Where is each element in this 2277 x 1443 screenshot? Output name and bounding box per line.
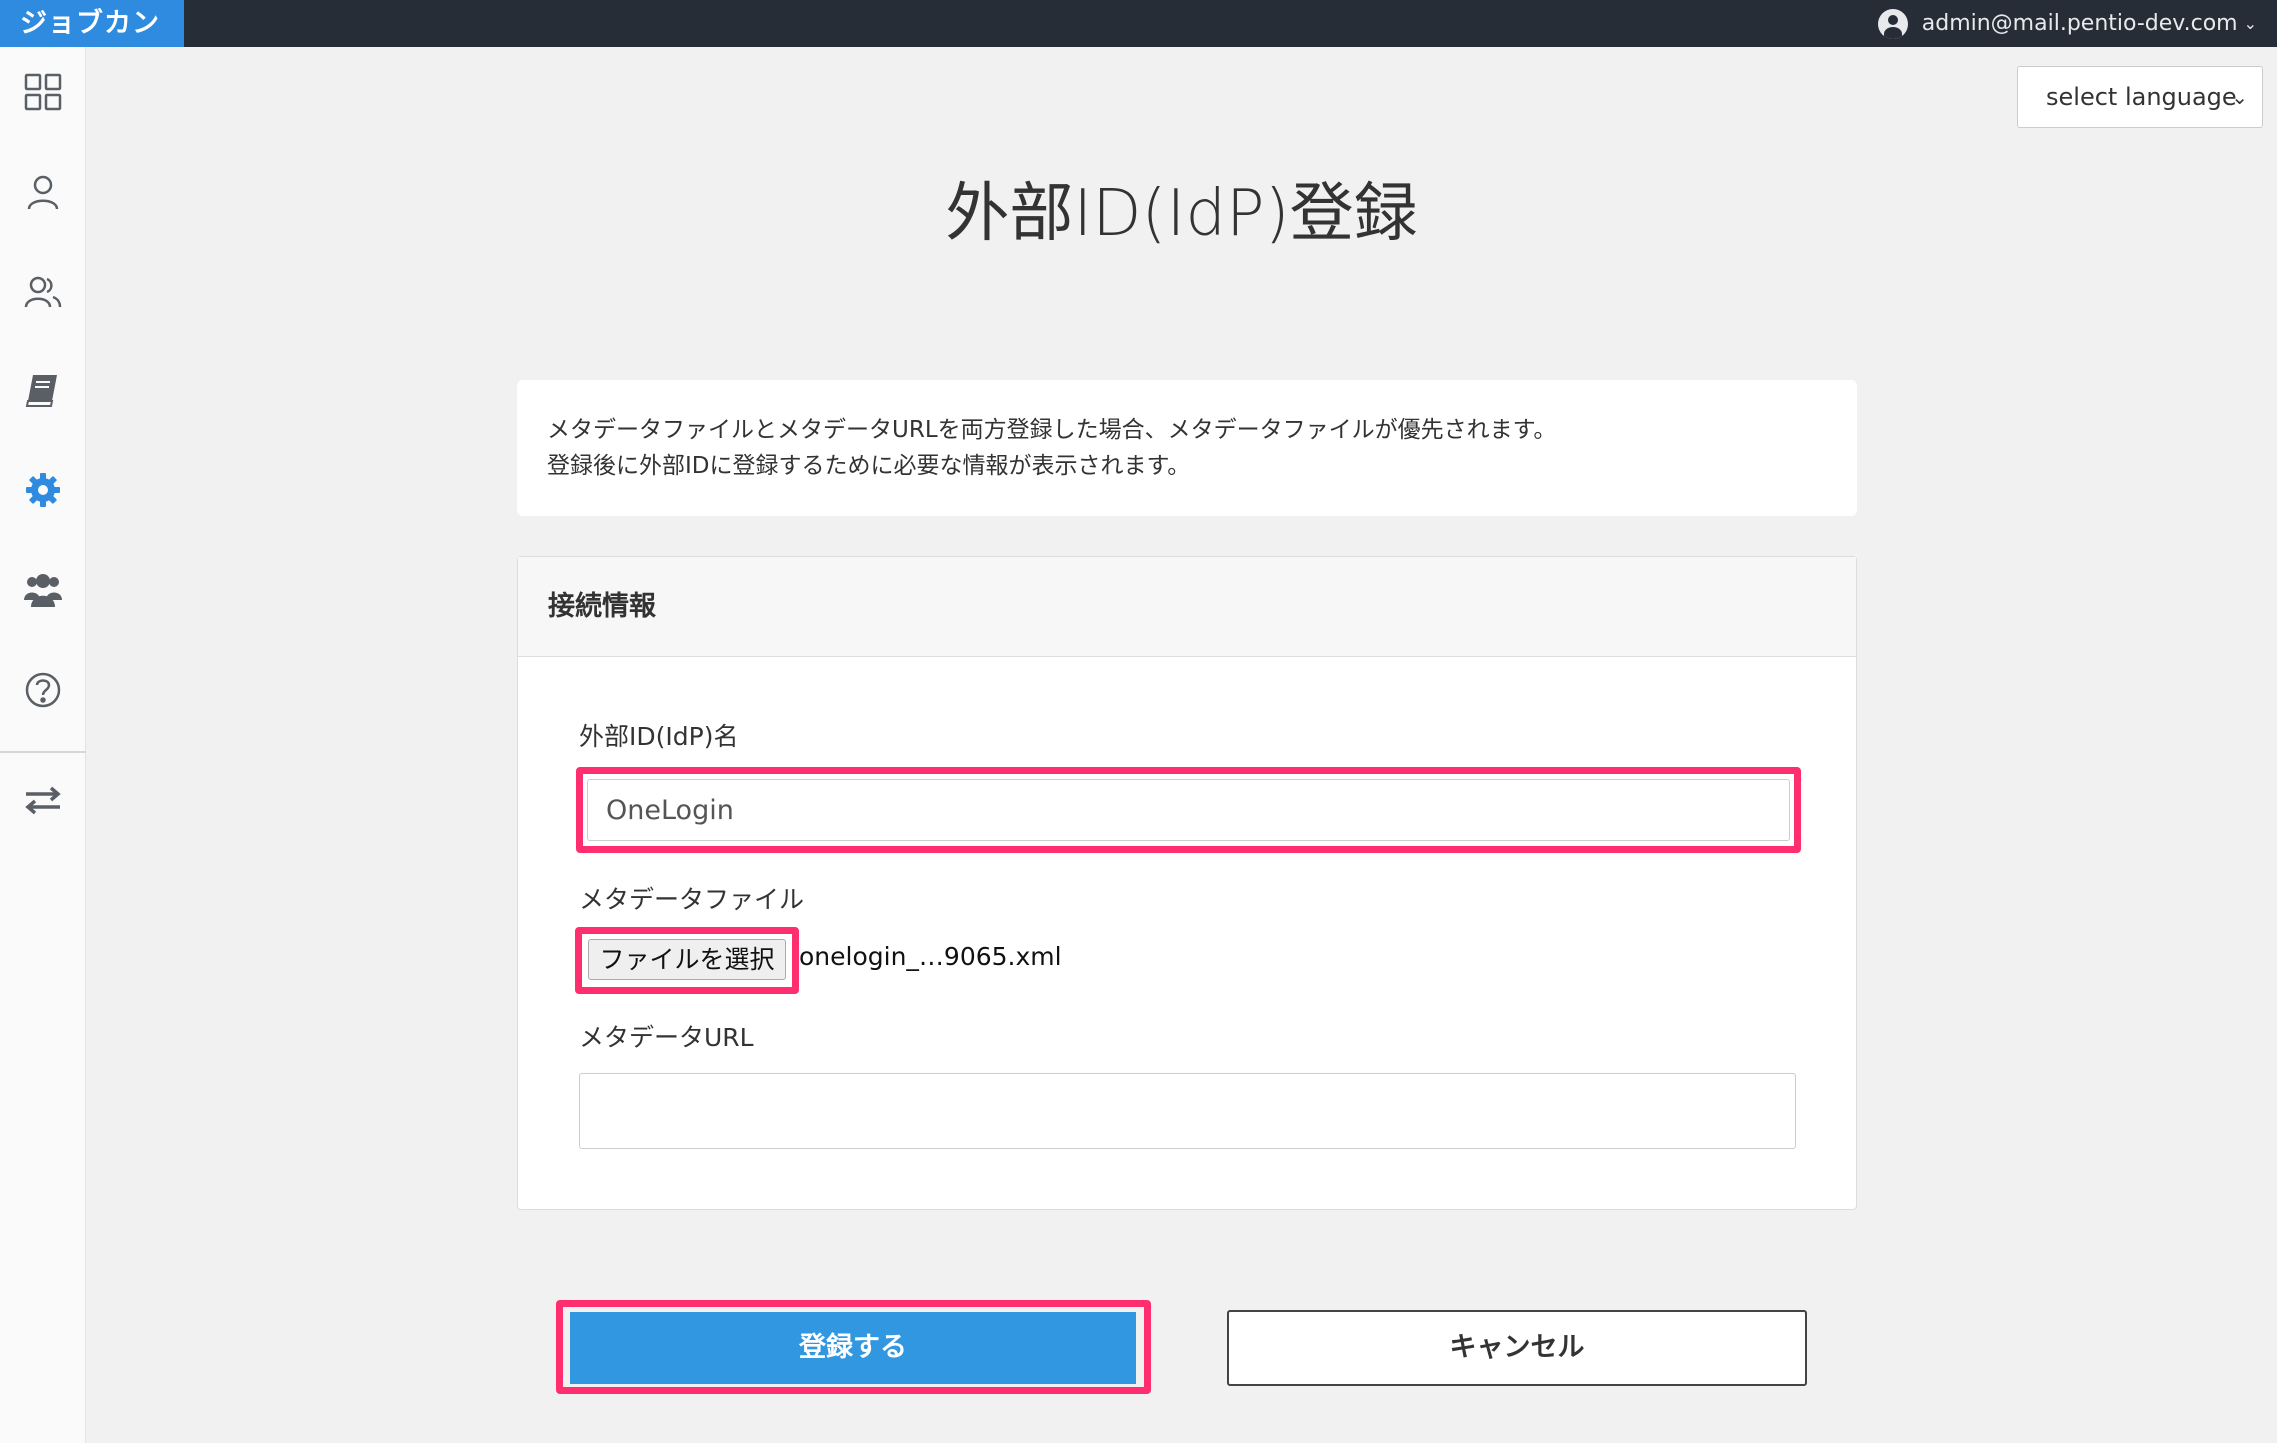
app-logo[interactable]: ジョブカン (0, 0, 184, 47)
user-menu[interactable]: admin@mail.pentio-dev.com ⌄ (1877, 0, 2257, 47)
avatar-icon (1877, 8, 1908, 39)
sidebar-item-manual[interactable] (0, 355, 86, 425)
metadata-url-label: メタデータURL (579, 1023, 754, 1052)
metadata-file-label: メタデータファイル (579, 885, 805, 914)
sidebar-divider (0, 751, 86, 753)
sidebar (0, 47, 86, 1443)
chevron-down-icon: ⌄ (2231, 85, 2248, 109)
language-select[interactable]: select language ⌄ (2017, 66, 2263, 128)
grid-icon (24, 73, 62, 111)
help-icon (25, 672, 61, 708)
sidebar-item-users[interactable] (0, 257, 86, 327)
idp-name-input[interactable]: OneLogin (587, 779, 1790, 841)
choose-file-button[interactable]: ファイルを選択 (588, 939, 786, 980)
gear-icon (26, 473, 60, 507)
register-button[interactable]: 登録する (570, 1312, 1136, 1384)
idp-name-label: 外部ID(IdP)名 (579, 722, 739, 751)
group-icon (24, 574, 62, 607)
sidebar-item-help[interactable] (0, 655, 86, 725)
sidebar-item-settings[interactable] (0, 455, 86, 525)
user-email: admin@mail.pentio-dev.com (1921, 11, 2238, 36)
metadata-url-input[interactable] (579, 1073, 1796, 1149)
panel-title: 接続情報 (518, 557, 1856, 657)
notice-line-1: メタデータファイルとメタデータURLを両方登録した場合、メタデータファイルが優先… (547, 417, 1557, 443)
notice-box: メタデータファイルとメタデータURLを両方登録した場合、メタデータファイルが優先… (517, 380, 1857, 516)
language-select-value: select language (2046, 83, 2237, 111)
user-icon (27, 175, 59, 210)
sidebar-item-groups[interactable] (0, 555, 86, 625)
book-icon (25, 375, 57, 407)
users-icon (24, 276, 62, 308)
cancel-button[interactable]: キャンセル (1227, 1310, 1807, 1386)
swap-icon (25, 786, 61, 815)
sidebar-item-user[interactable] (0, 157, 86, 227)
file-name: onelogin_…9065.xml (799, 942, 1062, 971)
chevron-down-icon: ⌄ (2243, 14, 2257, 33)
sidebar-item-dashboard[interactable] (0, 57, 86, 127)
page-title: 外部ID(IdP)登録 (945, 177, 1418, 251)
top-bar: ジョブカン admin@mail.pentio-dev.com ⌄ (0, 0, 2277, 47)
sidebar-item-switch[interactable] (0, 765, 86, 835)
notice-line-2: 登録後に外部IDに登録するために必要な情報が表示されます。 (547, 453, 1191, 479)
